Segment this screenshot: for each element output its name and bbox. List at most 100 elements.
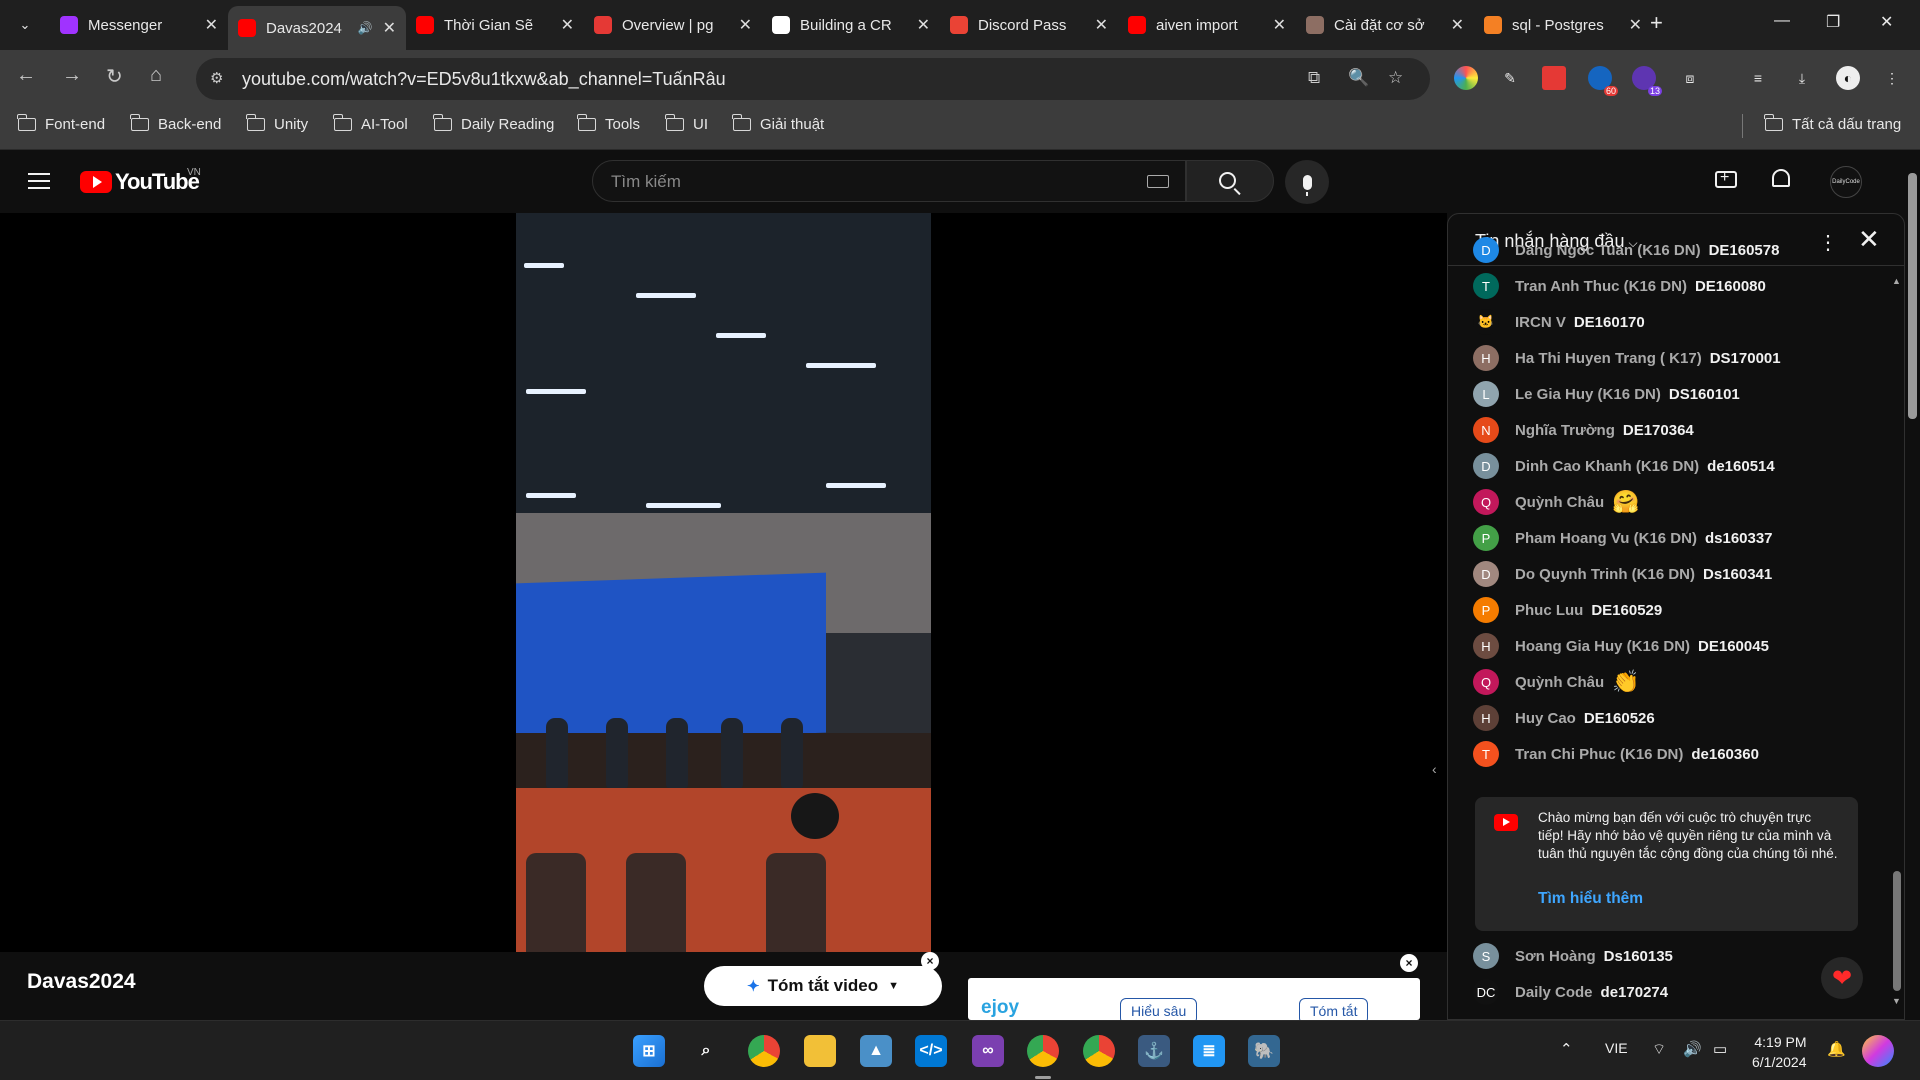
close-ejoy-icon[interactable]: × — [1400, 954, 1418, 972]
search-icon[interactable]: ⌕ — [690, 1035, 722, 1067]
author-avatar[interactable]: Q — [1473, 669, 1499, 695]
chat-message[interactable]: H Huy Cao DE160526 — [1473, 704, 1655, 732]
keyboard-icon[interactable] — [1147, 175, 1169, 188]
bookmark-folder[interactable]: Font-end — [17, 114, 105, 133]
chat-message[interactable]: D Do Quynh Trinh (K16 DN) Ds160341 — [1473, 560, 1772, 588]
author-name[interactable]: Huy Cao — [1515, 710, 1576, 727]
author-name[interactable]: Hoang Gia Huy (K16 DN) — [1515, 638, 1690, 655]
author-name[interactable]: Sơn Hoàng — [1515, 948, 1596, 965]
video-frame[interactable] — [516, 213, 931, 953]
voice-search-button[interactable] — [1285, 160, 1329, 204]
browser-tab[interactable]: Overview | pg ✕ — [584, 6, 762, 44]
chrome-profile-2-icon[interactable] — [1083, 1035, 1115, 1067]
volume-icon[interactable]: 🔊 — [1683, 1040, 1702, 1058]
author-avatar[interactable]: D — [1473, 453, 1499, 479]
browser-tab[interactable]: Thời Gian Sẽ ✕ — [406, 6, 584, 44]
close-tab-icon[interactable]: ✕ — [1273, 15, 1286, 35]
close-window-button[interactable]: ✕ — [1880, 12, 1893, 32]
scroll-down-icon[interactable]: ▼ — [1892, 996, 1901, 1006]
copilot-icon[interactable] — [1862, 1035, 1894, 1067]
notepad-icon[interactable]: ≣ — [1193, 1035, 1225, 1067]
restore-button[interactable]: ❐ — [1826, 12, 1840, 32]
scroll-up-icon[interactable]: ▲ — [1892, 276, 1901, 286]
author-name[interactable]: Ha Thi Huyen Trang ( K17) — [1515, 350, 1702, 367]
bookmark-folder[interactable]: UI — [665, 114, 708, 133]
close-tab-icon[interactable]: ✕ — [1095, 15, 1108, 35]
chat-message[interactable]: H Ha Thi Huyen Trang ( K17) DS170001 — [1473, 344, 1781, 372]
bookmark-folder[interactable]: Back-end — [130, 114, 221, 133]
search-input[interactable]: Tìm kiếm — [592, 160, 1186, 202]
youtube-logo[interactable]: YouTube — [80, 169, 200, 195]
chrome-profile-icon[interactable] — [1027, 1035, 1059, 1067]
input-language[interactable]: VIE — [1605, 1040, 1628, 1056]
chat-message[interactable]: T Tran Anh Thuc (K16 DN) DE160080 — [1473, 272, 1766, 300]
battery-icon[interactable]: ▭ — [1713, 1040, 1727, 1058]
back-arrow-icon[interactable]: ← — [16, 64, 36, 87]
system-clock[interactable]: 4:19 PM 6/1/2024 — [1752, 1032, 1807, 1072]
close-tab-icon[interactable]: ✕ — [1629, 15, 1642, 35]
forward-arrow-icon[interactable]: → — [62, 64, 82, 87]
tab-search-button[interactable]: ⌄ — [8, 8, 42, 42]
dbeaver-icon[interactable]: ⚓ — [1138, 1035, 1170, 1067]
browser-tab[interactable]: Building a CR ✕ — [762, 6, 940, 44]
author-avatar[interactable]: T — [1473, 273, 1499, 299]
chat-message[interactable]: N Nghĩa Trường DE170364 — [1473, 416, 1694, 444]
tab-audio-icon[interactable]: 🔊 — [358, 21, 373, 35]
page-scrollbar[interactable] — [1905, 151, 1920, 1020]
bookmark-folder[interactable]: Unity — [246, 114, 308, 133]
author-avatar[interactable]: H — [1473, 705, 1499, 731]
bookmark-star-icon[interactable]: ☆ — [1388, 68, 1403, 88]
menu-kebab-icon[interactable]: ⋮ — [1880, 66, 1904, 90]
author-name[interactable]: Nghĩa Trường — [1515, 422, 1615, 439]
chat-message[interactable]: Q Quỳnh Châu 🤗 — [1473, 488, 1640, 516]
scrollbar-thumb[interactable] — [1908, 173, 1917, 419]
chat-message[interactable]: P Pham Hoang Vu (K16 DN) ds160337 — [1473, 524, 1773, 552]
install-app-icon[interactable]: ⧉ — [1308, 68, 1320, 88]
author-name[interactable]: Tran Chi Phuc (K16 DN) — [1515, 746, 1683, 763]
chat-message[interactable]: DC Daily Code de170274 — [1473, 978, 1668, 1006]
close-tab-icon[interactable]: ✕ — [205, 15, 218, 35]
reload-icon[interactable]: ↻ — [106, 64, 123, 89]
bookmark-folder[interactable]: Tools — [577, 114, 640, 133]
notification-bell-icon[interactable]: 🔔 — [1827, 1040, 1846, 1058]
author-avatar[interactable]: P — [1473, 597, 1499, 623]
photos-icon[interactable]: ▲ — [860, 1035, 892, 1067]
author-avatar[interactable]: L — [1473, 381, 1499, 407]
notifications-bell-icon[interactable] — [1772, 169, 1790, 187]
author-avatar[interactable]: D — [1473, 237, 1499, 263]
close-tab-icon[interactable]: ✕ — [739, 15, 752, 35]
author-avatar[interactable]: P — [1473, 525, 1499, 551]
postgres-icon[interactable]: 🐘 — [1248, 1035, 1280, 1067]
red-extension-icon[interactable] — [1542, 66, 1566, 90]
author-name[interactable]: Tran Anh Thuc (K16 DN) — [1515, 278, 1687, 295]
chat-menu-icon[interactable]: ⋮ — [1818, 230, 1838, 255]
author-name[interactable]: Dinh Cao Khanh (K16 DN) — [1515, 458, 1699, 475]
all-bookmarks-folder[interactable]: Tất cả dấu trang — [1764, 114, 1901, 133]
address-bar[interactable]: ⚙ youtube.com/watch?v=ED5v8u1tkxw&ab_cha… — [196, 58, 1430, 100]
close-tab-icon[interactable]: ✕ — [561, 15, 574, 35]
chat-message[interactable]: D Dinh Cao Khanh (K16 DN) de160514 — [1473, 452, 1775, 480]
bookmark-folder[interactable]: Giải thuật — [732, 114, 824, 133]
author-avatar[interactable]: D — [1473, 561, 1499, 587]
close-tab-icon[interactable]: ✕ — [1451, 15, 1464, 35]
author-avatar[interactable]: H — [1473, 633, 1499, 659]
browser-tab[interactable]: aiven import ✕ — [1118, 6, 1296, 44]
site-info-icon[interactable]: ⚙ — [210, 69, 223, 87]
url-text[interactable]: youtube.com/watch?v=ED5v8u1tkxw&ab_chann… — [242, 69, 726, 90]
chat-message[interactable]: S Sơn Hoàng Ds160135 — [1473, 942, 1673, 970]
bookmark-folder[interactable]: Daily Reading — [433, 114, 554, 133]
chat-message[interactable]: H Hoang Gia Huy (K16 DN) DE160045 — [1473, 632, 1769, 660]
author-name[interactable]: Quỳnh Châu — [1515, 674, 1604, 691]
browser-tab[interactable]: Discord Pass ✕ — [940, 6, 1118, 44]
show-hidden-icons-icon[interactable]: ⌃ — [1560, 1040, 1573, 1058]
eyedropper-extension-icon[interactable]: ✎ — [1498, 66, 1522, 90]
windows-start-icon[interactable]: ⊞ — [633, 1035, 665, 1067]
profile-avatar-icon[interactable]: ◐ — [1836, 66, 1860, 90]
chrome-icon[interactable] — [748, 1035, 780, 1067]
file-explorer-icon[interactable] — [804, 1035, 836, 1067]
browser-tab[interactable]: Cài đặt cơ sở ✕ — [1296, 6, 1474, 44]
close-tab-icon[interactable]: ✕ — [383, 18, 396, 38]
browser-tab[interactable]: Davas2024 🔊 ✕ — [228, 6, 406, 50]
author-avatar[interactable]: DC — [1473, 979, 1499, 1005]
browser-tab[interactable]: Messenger ✕ — [50, 6, 228, 44]
